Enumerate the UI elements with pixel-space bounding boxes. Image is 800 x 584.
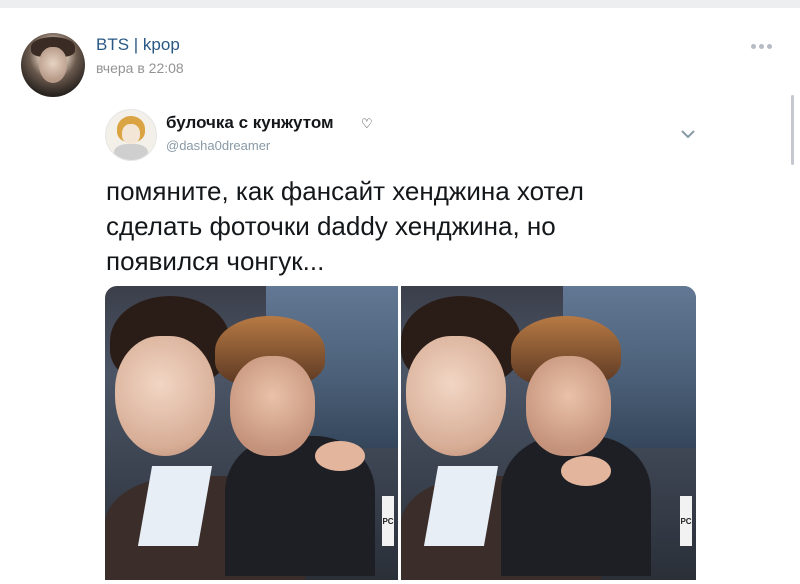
person-hand <box>315 441 365 471</box>
tweet-author-name: булочка с кунжутом <box>166 113 334 132</box>
tweet-text: помяните, как фансайт хенджина хотел сде… <box>106 176 584 276</box>
tweet-author-avatar <box>105 109 157 161</box>
tweet-author-handle: @dasha0dreamer <box>166 138 271 153</box>
avatar-face <box>122 124 140 144</box>
dot <box>766 43 772 49</box>
person-hand <box>561 456 611 486</box>
avatar-face <box>39 47 67 83</box>
photo-watermark-tag: PC <box>680 496 692 546</box>
heart-icon: ♡ <box>361 116 373 131</box>
person-face <box>526 356 611 456</box>
group-avatar[interactable] <box>21 33 85 97</box>
tweet-photo-left: PC <box>105 286 398 580</box>
scrollbar-thumb[interactable] <box>791 95 794 165</box>
tweet-photo-right: PC <box>401 286 696 580</box>
dot <box>750 43 756 49</box>
group-name-link[interactable]: BTS | kpop <box>96 35 180 55</box>
person-face <box>230 356 315 456</box>
dot <box>758 43 764 49</box>
person-face <box>406 336 506 456</box>
chevron-down-icon <box>681 130 695 139</box>
photo-watermark-tag: PC <box>382 496 394 546</box>
more-horizontal-icon[interactable] <box>746 38 776 54</box>
avatar-body <box>114 144 148 160</box>
person-face <box>115 336 215 456</box>
post-timestamp[interactable]: вчера в 22:08 <box>96 60 184 76</box>
